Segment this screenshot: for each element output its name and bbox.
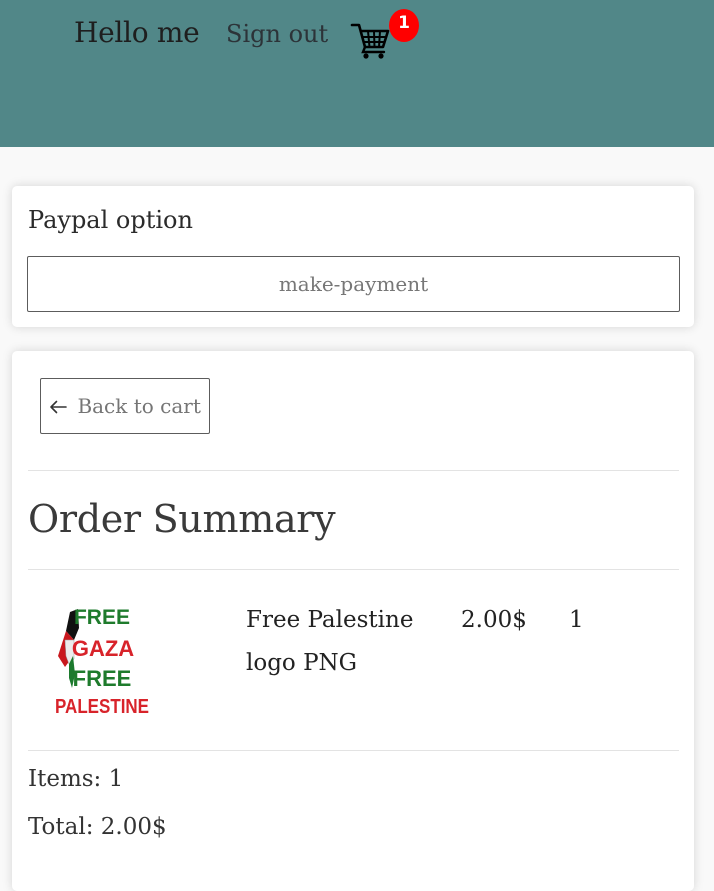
order-summary-title: Order Summary: [28, 497, 336, 541]
product-thumbnail: FREE GAZA FREE PALESTINE: [55, 606, 149, 718]
payment-option-title: Paypal option: [28, 206, 193, 234]
svg-text:GAZA: GAZA: [72, 636, 134, 661]
item-quantity: 1: [569, 607, 584, 633]
greeting-text: Hello me: [74, 16, 200, 49]
sign-out-link[interactable]: Sign out: [226, 20, 328, 48]
shopping-cart-icon: [350, 23, 390, 59]
svg-text:PALESTINE: PALESTINE: [55, 696, 149, 718]
cart-button[interactable]: 1: [350, 9, 422, 62]
item-name: Free Palestine logo PNG: [246, 607, 414, 676]
back-to-cart-label: Back to cart: [77, 394, 201, 418]
svg-text:FREE: FREE: [74, 606, 130, 629]
items-count: Items: 1: [28, 766, 124, 792]
make-payment-button[interactable]: make-payment: [27, 256, 680, 312]
top-navbar: Hello me Sign out 1: [0, 0, 714, 147]
cart-count-badge: 1: [389, 9, 419, 42]
arrow-left-icon: [49, 394, 73, 418]
item-price: 2.00$: [461, 607, 527, 633]
svg-text:FREE: FREE: [73, 666, 132, 691]
divider: [28, 470, 679, 471]
back-to-cart-button[interactable]: Back to cart: [40, 378, 210, 434]
order-total: Total: 2.00$: [28, 814, 167, 840]
payment-card: Paypal option make-payment: [12, 186, 694, 327]
order-summary-card: Back to cart Order Summary FREE GAZA FRE…: [12, 351, 694, 891]
divider: [28, 569, 679, 570]
divider: [28, 750, 679, 751]
